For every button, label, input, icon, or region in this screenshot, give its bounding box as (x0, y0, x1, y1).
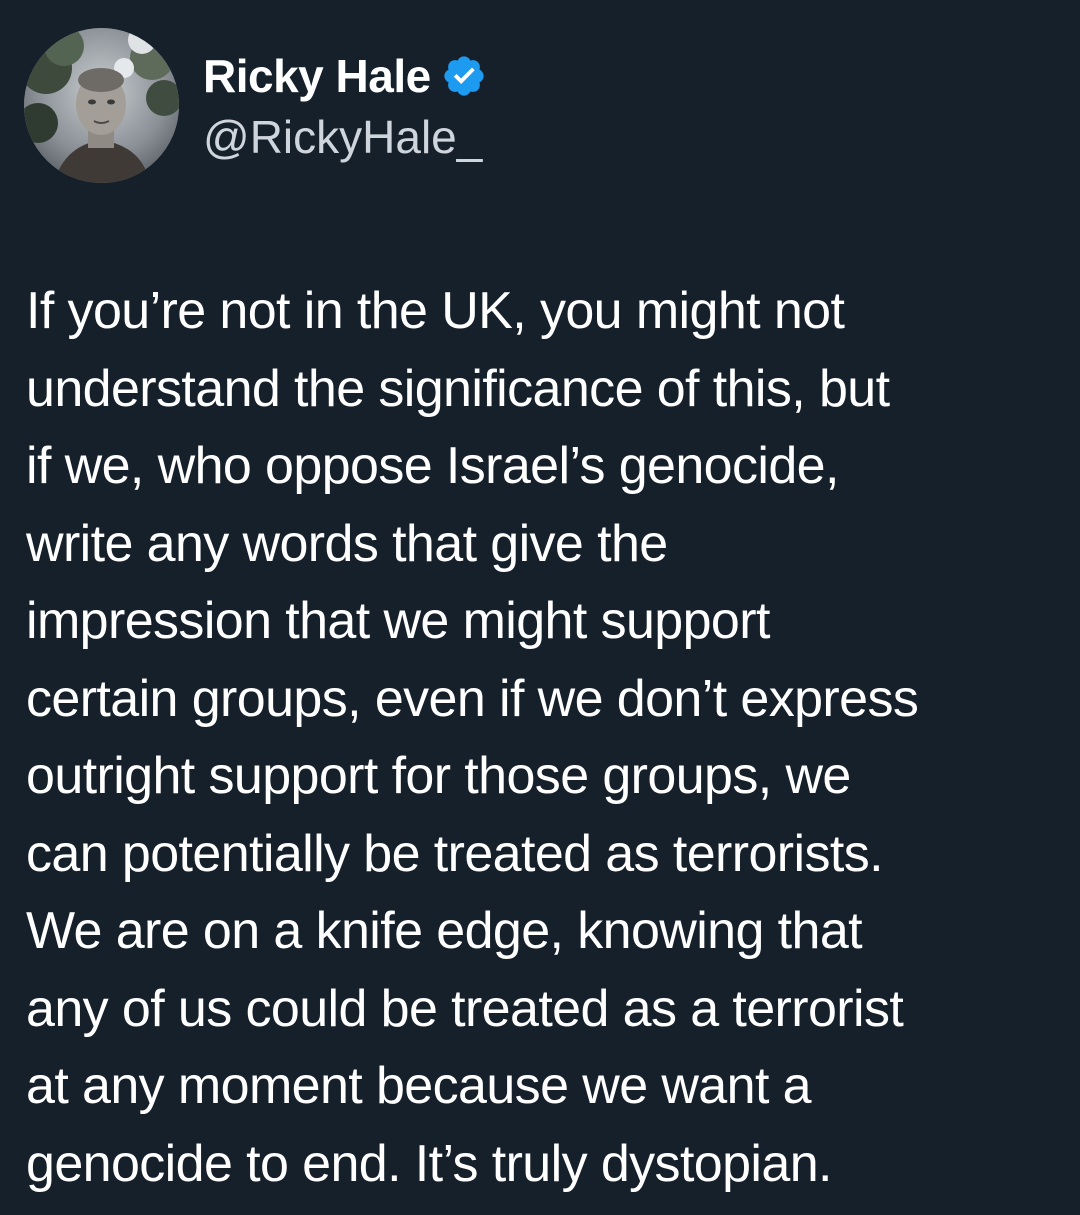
author-name-row[interactable]: Ricky Hale (203, 46, 487, 106)
tweet-card: Ricky Hale @RickyHale_ If you’re not in … (0, 0, 1080, 1215)
tweet-text-line: can potentially be treated as terrorists… (26, 824, 884, 883)
tweet-text-line: any of us could be treated as a terroris… (26, 979, 904, 1038)
tweet-text-line: at any moment because we want a (26, 1057, 812, 1115)
avatar[interactable] (24, 28, 179, 183)
profile-photo-icon (24, 28, 179, 183)
tweet-text-line: understand the significance of this, but (26, 359, 890, 418)
tweet-text: If you’re not in the UK, you might not u… (26, 273, 1066, 1203)
verified-badge-icon (444, 56, 484, 96)
tweet-text-line: write any words that give the (26, 514, 668, 573)
tweet-text-line: outright support for those groups, we (26, 747, 851, 805)
author-display-name[interactable]: Ricky Hale (203, 49, 431, 103)
tweet-text-line: We are on a knife edge, knowing that (26, 902, 863, 960)
tweet-text-line: If you’re not in the UK, you might not (26, 282, 845, 340)
tweet-text-line: if we, who oppose Israel’s genocide, (26, 437, 839, 495)
tweet-text-line: genocide to end. It’s truly dystopian. (26, 1134, 832, 1193)
tweet-text-line: certain groups, even if we don’t express (26, 669, 919, 728)
author-handle[interactable]: @RickyHale_ (203, 110, 482, 164)
tweet-text-line: impression that we might support (26, 592, 770, 650)
